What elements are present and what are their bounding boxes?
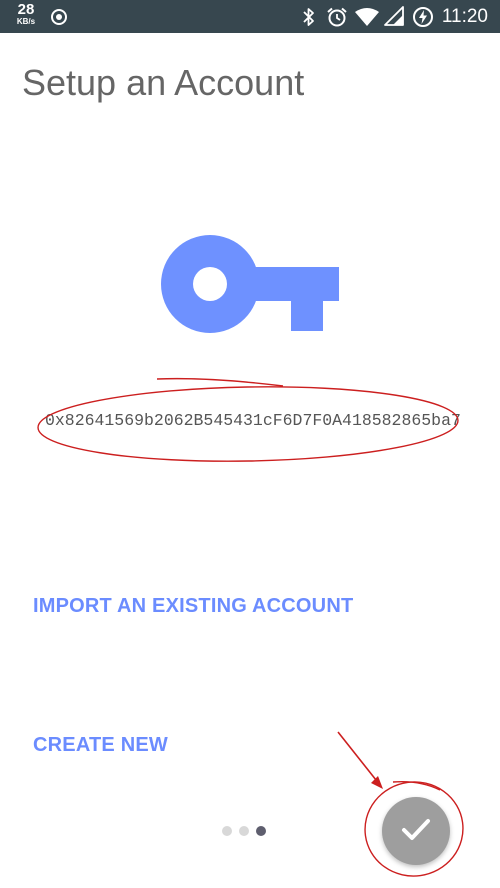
page-dot-2 <box>239 826 249 836</box>
page-dot-3-active <box>256 826 266 836</box>
annotation-arrowhead <box>371 776 383 789</box>
confirm-button[interactable] <box>382 797 450 865</box>
key-icon <box>160 234 340 339</box>
page-title: Setup an Account <box>22 62 305 103</box>
create-new-account-button[interactable]: CREATE NEW <box>33 734 168 757</box>
page-indicator <box>222 826 266 836</box>
bluetooth-icon <box>302 7 316 32</box>
record-icon <box>50 8 68 31</box>
network-speed-unit: KB/s <box>16 17 36 26</box>
wifi-icon <box>354 7 380 32</box>
network-speed-value: 28 <box>17 1 35 18</box>
page-dot-1 <box>222 826 232 836</box>
alarm-icon <box>326 6 348 33</box>
battery-charging-icon <box>412 6 434 33</box>
import-existing-account-button[interactable]: IMPORT AN EXISTING ACCOUNT <box>33 595 353 618</box>
checkmark-icon <box>398 812 434 851</box>
signal-icon <box>384 6 404 31</box>
status-bar: 28 KB/s 11:20 <box>0 0 500 33</box>
status-time: 11:20 <box>441 6 488 27</box>
annotation-fab-tick <box>392 780 441 791</box>
annotation-underline <box>156 377 284 387</box>
annotation-arrow <box>337 731 381 786</box>
account-address: 0x82641569b2062B545431cF6D7F0A418582865b… <box>45 411 461 430</box>
network-speed-indicator: 28 KB/s <box>11 2 41 26</box>
